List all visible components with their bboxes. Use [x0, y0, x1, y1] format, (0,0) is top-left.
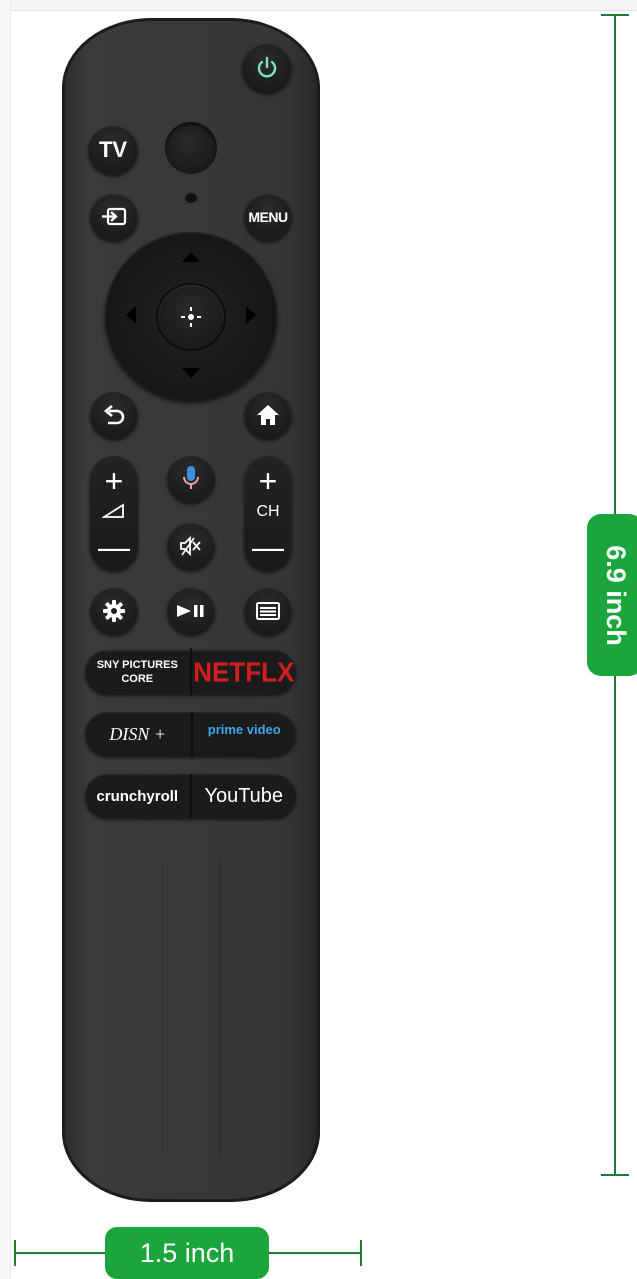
volume-up-button[interactable]: + — [90, 465, 138, 497]
tv-label: TV — [98, 137, 128, 162]
disney-plus-button[interactable]: DISN + — [85, 712, 191, 756]
height-dimension-cap — [601, 14, 629, 16]
mic-icon — [183, 466, 199, 489]
settings-button[interactable] — [90, 587, 138, 635]
dpad-down-icon[interactable] — [182, 368, 200, 378]
width-dimension-label: 1.5 inch — [105, 1227, 269, 1279]
crunchyroll-button[interactable]: crunchyroll — [85, 774, 190, 818]
menu-button[interactable]: MENU — [244, 193, 292, 241]
input-icon — [102, 207, 127, 226]
ch-label: CH — [256, 503, 280, 520]
channel-down-button[interactable]: — — [244, 531, 292, 563]
mute-button[interactable] — [167, 522, 215, 570]
image-top-border — [0, 0, 637, 11]
height-value: 6.9 inch — [600, 544, 631, 646]
home-icon — [257, 405, 279, 425]
guide-button[interactable] — [244, 587, 292, 635]
play-pause-button[interactable] — [167, 587, 215, 635]
width-dimension-cap — [360, 1240, 362, 1266]
app-row-1: SNY PICTURES CORE NETFLX — [85, 648, 297, 696]
youtube-button[interactable]: YouTube — [189, 774, 297, 818]
volume-rocker[interactable]: + — — [90, 455, 138, 571]
back-icon — [103, 405, 125, 425]
voice-button[interactable] — [167, 455, 215, 503]
microphone-hole — [185, 193, 197, 203]
channel-up-button[interactable]: + — [244, 465, 292, 497]
ok-button[interactable] — [158, 285, 224, 349]
body-seam — [162, 858, 163, 1158]
ok-icon — [181, 307, 201, 327]
channel-rocker[interactable]: + CH — — [244, 455, 292, 571]
height-dimension-cap — [601, 1174, 629, 1176]
app-row-3: crunchyroll YouTube — [85, 774, 296, 818]
dpad-up-icon[interactable] — [182, 252, 200, 262]
guide-icon — [256, 602, 280, 620]
volume-down-button[interactable]: — — [90, 531, 138, 563]
height-dimension-label: 6.9 inch — [587, 514, 637, 676]
width-dimension-cap — [14, 1240, 16, 1266]
image-left-border — [0, 0, 11, 1279]
play-pause-icon — [177, 605, 204, 617]
dpad-right-icon[interactable] — [246, 306, 256, 324]
width-value: 1.5 inch — [139, 1237, 235, 1268]
body-seam — [219, 858, 220, 1158]
volume-icon — [90, 503, 138, 524]
sony-pictures-core-button[interactable]: SNY PICTURES CORE — [85, 650, 190, 694]
ir-sensor — [165, 122, 217, 174]
netflix-button[interactable]: NETFLX — [189, 648, 297, 696]
power-button[interactable] — [242, 43, 292, 93]
tv-button[interactable]: TV — [88, 125, 138, 175]
menu-label: MENU — [248, 209, 288, 225]
back-button[interactable] — [90, 391, 138, 439]
mute-icon — [180, 535, 201, 557]
app-row-2: DISN + prime video — [85, 712, 296, 756]
home-button[interactable] — [244, 391, 292, 439]
dpad-left-icon[interactable] — [126, 306, 136, 324]
power-icon — [257, 56, 277, 78]
input-button[interactable] — [90, 193, 138, 241]
prime-video-button[interactable]: prime video — [190, 712, 297, 756]
gear-icon — [103, 600, 125, 622]
